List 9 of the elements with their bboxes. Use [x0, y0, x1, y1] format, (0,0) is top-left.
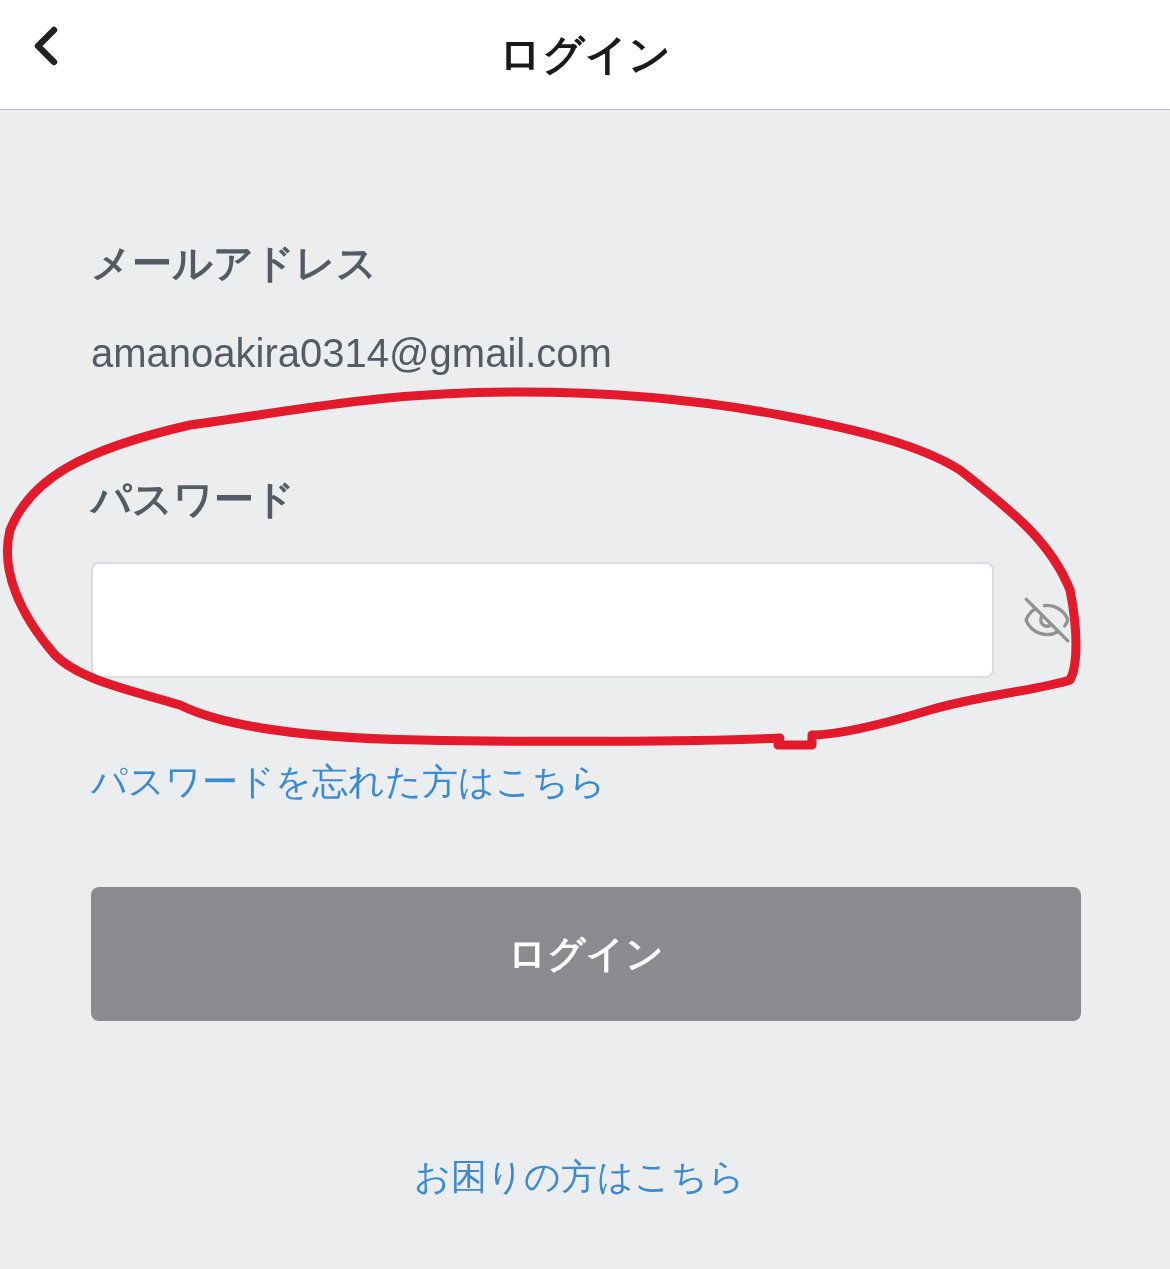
visibility-toggle[interactable] [1022, 595, 1072, 645]
password-field[interactable] [91, 562, 994, 678]
password-label: パスワード [91, 475, 296, 524]
help-link[interactable]: お困りの方はこちら [414, 1153, 745, 1202]
forgot-password-link[interactable]: パスワードを忘れた方はこちら [91, 761, 606, 802]
page-title: ログイン [499, 28, 671, 81]
eye-off-icon [1022, 595, 1072, 645]
email-label: メールアドレス [91, 239, 378, 288]
email-value: amanoakira0314@gmail.com [91, 330, 613, 377]
